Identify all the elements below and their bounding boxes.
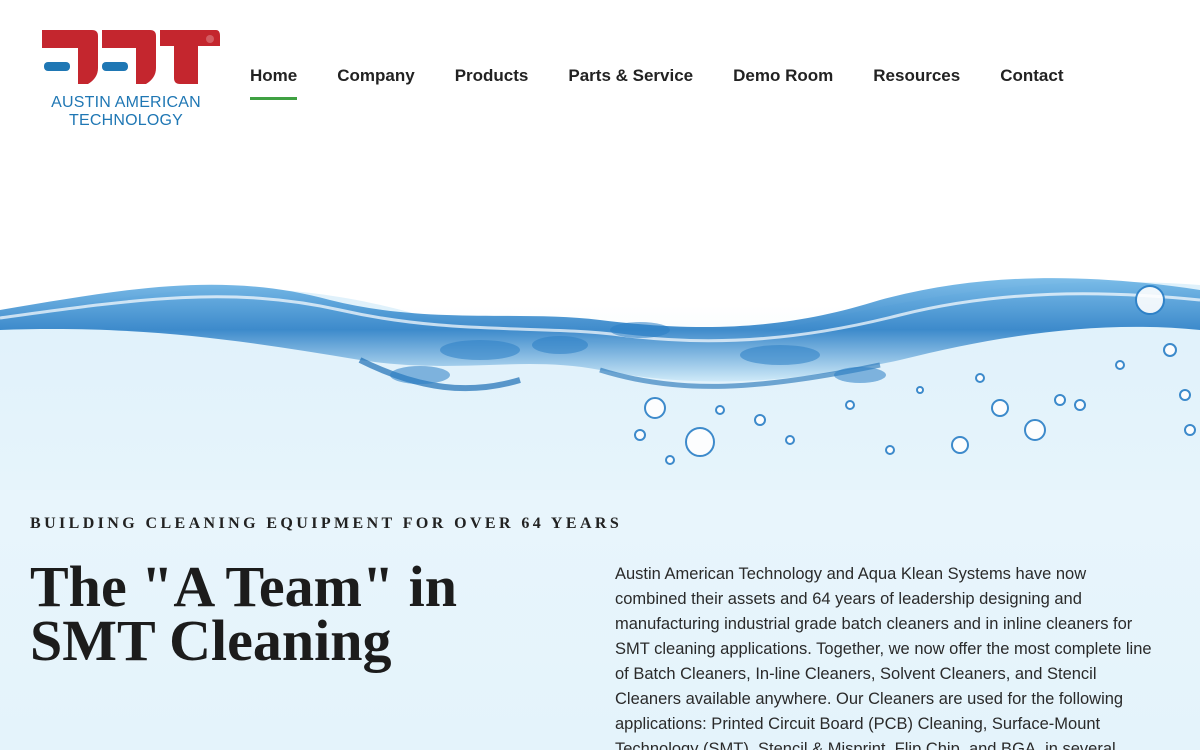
nav-item-contact[interactable]: Contact <box>1000 66 1063 100</box>
nav-item-demo-room[interactable]: Demo Room <box>733 66 833 100</box>
hero-eyebrow: BUILDING CLEANING EQUIPMENT FOR OVER 64 … <box>30 515 623 532</box>
aat-logo-mark-icon <box>42 30 220 84</box>
hero-body-text: Austin American Technology and Aqua Klea… <box>615 565 1152 750</box>
company-logo[interactable]: AUSTIN AMERICAN TECHNOLOGY <box>40 28 222 136</box>
nav-item-resources[interactable]: Resources <box>873 66 960 100</box>
water-splash-image <box>0 278 1200 490</box>
nav-item-products[interactable]: Products <box>455 66 529 100</box>
nav-item-company[interactable]: Company <box>337 66 414 100</box>
logo-wordmark: AUSTIN AMERICAN TECHNOLOGY <box>40 94 212 130</box>
site-header: AUSTIN AMERICAN TECHNOLOGY Home Company … <box>0 0 1200 150</box>
logo-text-line1: AUSTIN AMERICAN <box>51 94 201 111</box>
nav-item-home[interactable]: Home <box>250 66 298 100</box>
nav-item-parts-service[interactable]: Parts & Service <box>568 66 693 100</box>
hero-headline: The "A Team" in SMT Cleaning <box>30 554 458 673</box>
logo-text-line2: TECHNOLOGY <box>68 112 183 129</box>
main-navigation: Home Company Products Parts & Service De… <box>250 66 1103 100</box>
hero-section: BUILDING CLEANING EQUIPMENT FOR OVER 64 … <box>0 150 1200 750</box>
